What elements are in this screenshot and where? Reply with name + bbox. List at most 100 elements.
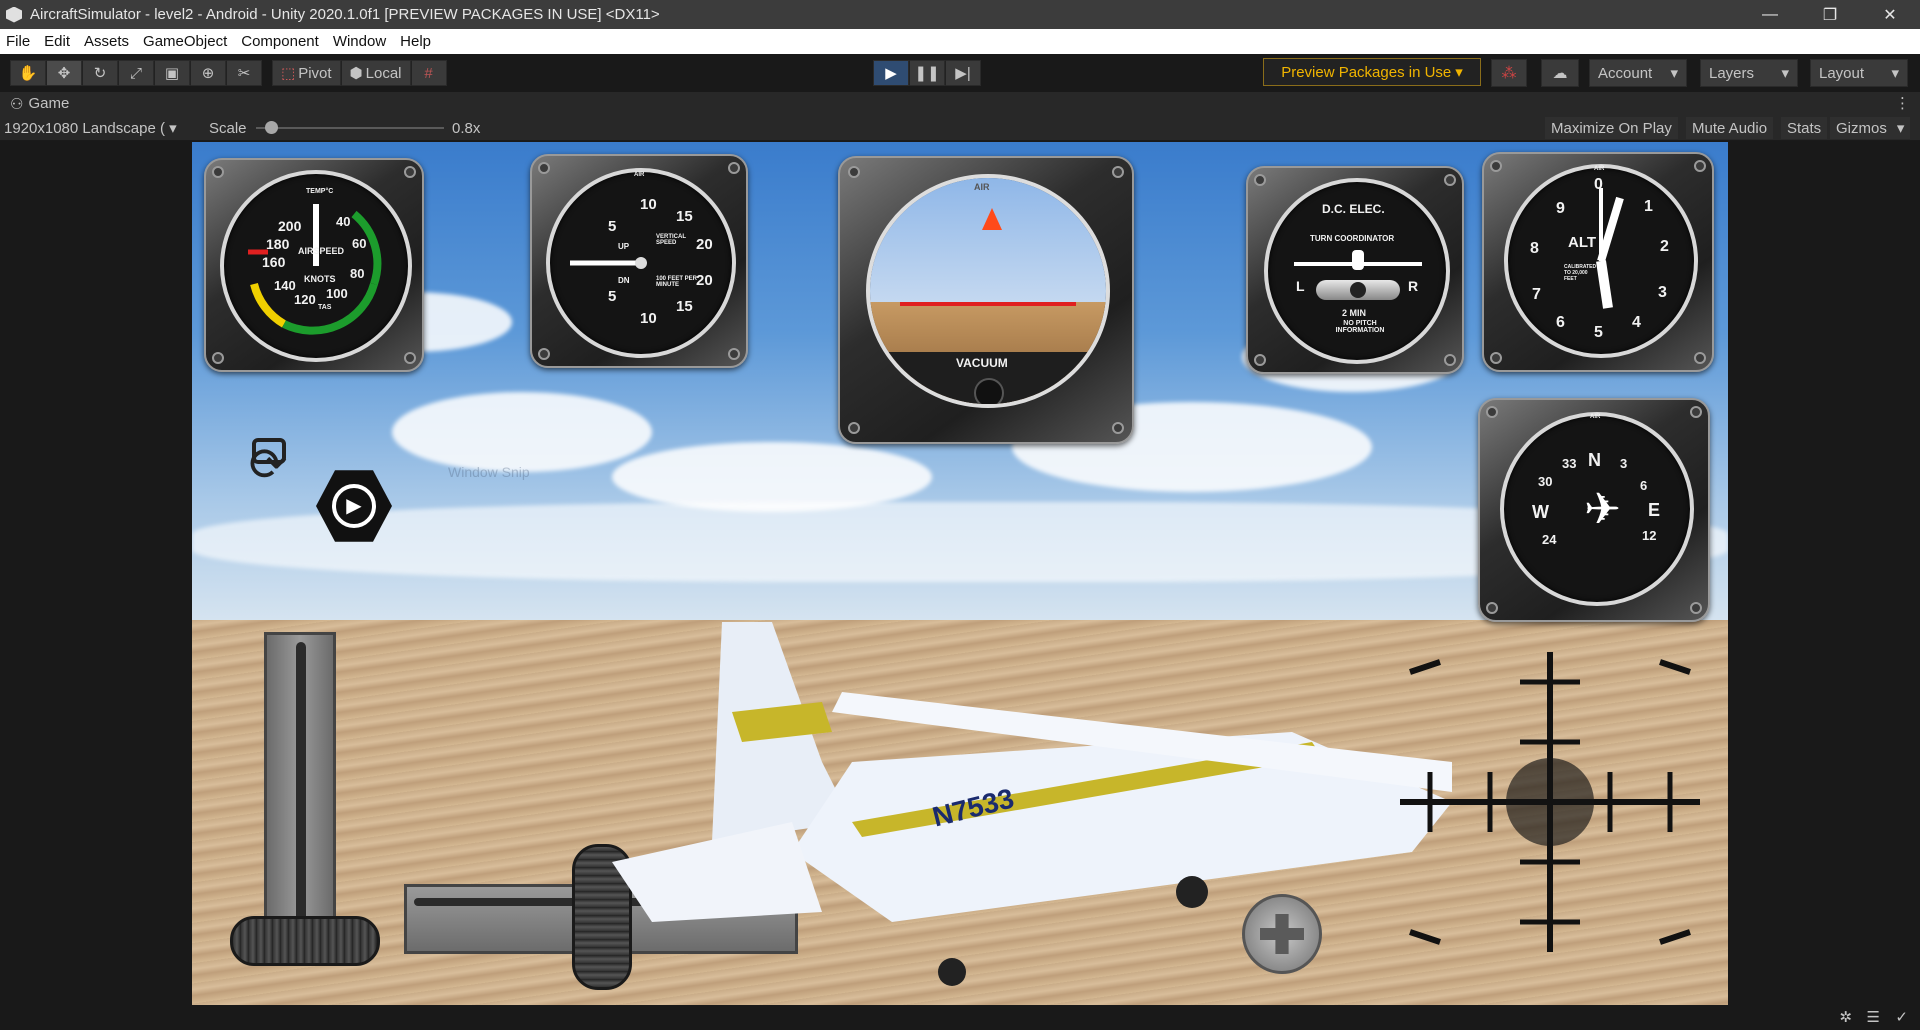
layout-label: Layout: [1819, 64, 1865, 82]
heading-24: 24: [1542, 532, 1557, 547]
screw: [1444, 174, 1456, 186]
alt-label: ALT: [1568, 234, 1597, 251]
scale-value: 0.8x: [452, 120, 481, 137]
scale-slider[interactable]: [256, 127, 444, 129]
chevron-down-icon: ▾: [1670, 65, 1678, 82]
heading-12: 12: [1642, 528, 1657, 543]
window-snip-watermark: Window Snip: [448, 464, 530, 480]
layout-dropdown[interactable]: Layout ▾: [1810, 59, 1908, 87]
minimize-button[interactable]: —: [1740, 0, 1800, 29]
screw: [1490, 160, 1502, 172]
game-viewport[interactable]: 200 180 160 140 120 100 80 60 40 AIRSPEE…: [192, 142, 1728, 1005]
layers-label: Layers: [1709, 64, 1755, 82]
screw: [1254, 354, 1266, 366]
vsi-up: UP: [618, 242, 630, 251]
alt-6: 6: [1556, 314, 1565, 331]
stats-toggle[interactable]: Stats: [1781, 117, 1828, 139]
screw: [1112, 422, 1124, 434]
scale-label: Scale: [209, 120, 247, 137]
heading-30: 30: [1538, 474, 1553, 489]
account-dropdown[interactable]: Account ▾: [1589, 59, 1687, 87]
chevron-down-icon: ▾: [1455, 64, 1463, 81]
screw: [1444, 354, 1456, 366]
menu-file[interactable]: File: [6, 33, 30, 50]
gizmos-label: Gizmos: [1836, 119, 1887, 137]
vertical-speed-indicator: 10 15 20 5 20 5 10 15 UP DN VERTICAL SPE…: [530, 154, 748, 368]
tab-menu-icon[interactable]: ⋮: [1895, 94, 1910, 112]
layers-dropdown[interactable]: Layers ▾: [1700, 59, 1798, 87]
alt-2: 2: [1660, 238, 1669, 255]
throttle-handle[interactable]: [230, 916, 380, 966]
menu-assets[interactable]: Assets: [84, 33, 129, 50]
grid-snap-icon[interactable]: #: [410, 60, 447, 86]
scale-tool-icon[interactable]: ⤢: [118, 60, 154, 86]
alt-1: 1: [1644, 198, 1653, 215]
layers-stack-icon[interactable]: ☰: [1867, 1008, 1880, 1026]
turn-right: R: [1408, 278, 1419, 294]
window-title: AircraftSimulator - level2 - Android - U…: [30, 6, 660, 23]
transform-tool-icon[interactable]: ⊕: [190, 60, 226, 86]
preview-packages-label: Preview Packages in Use: [1281, 63, 1452, 81]
attitude-face: AIR VACUUM: [866, 174, 1110, 408]
screw: [1694, 160, 1706, 172]
screw: [212, 166, 224, 178]
mute-audio-toggle[interactable]: Mute Audio: [1686, 117, 1774, 139]
chevron-down-icon: ▾: [1781, 65, 1789, 82]
heading-w: W: [1532, 502, 1549, 522]
turn-left: L: [1296, 278, 1305, 294]
vsi-caption: VERTICAL SPEED: [656, 234, 686, 246]
tab-game-label: Game: [28, 95, 70, 112]
close-button[interactable]: ✕: [1860, 0, 1920, 29]
preview-packages-dropdown[interactable]: Preview Packages in Use ▾: [1263, 58, 1481, 86]
airspeed-title: AIRSPEED: [298, 246, 345, 256]
vsi-caption2: 100 FEET PER MINUTE: [656, 276, 698, 288]
menu-component[interactable]: Component: [241, 33, 319, 50]
airspeed-label-40: 40: [336, 214, 351, 229]
attitude-knob[interactable]: [974, 378, 1004, 404]
pivot-toggle[interactable]: ⬚ Pivot: [272, 60, 341, 86]
turn-airplane-icon: [1352, 250, 1364, 270]
move-tool-icon[interactable]: ✥: [46, 60, 82, 86]
maximize-on-play-toggle[interactable]: Maximize On Play: [1545, 117, 1678, 139]
step-button[interactable]: ▶|: [945, 60, 981, 86]
vsi-brand: AIR: [634, 172, 645, 178]
vsi-label-15-dn: 15: [676, 298, 693, 315]
hand-tool-icon[interactable]: ✋: [10, 60, 46, 86]
resolution-dropdown[interactable]: 1920x1080 Landscape ( ▾: [4, 119, 177, 137]
screw: [848, 422, 860, 434]
debug-icon[interactable]: ✲: [1839, 1008, 1852, 1026]
joystick-crosshair[interactable]: [1400, 652, 1700, 952]
check-circle-icon[interactable]: ✓: [1895, 1008, 1908, 1026]
inclinometer-ball: [1350, 282, 1366, 298]
attitude-brand: AIR: [974, 182, 990, 192]
chevron-down-icon: ▾: [164, 120, 177, 137]
gizmos-dropdown[interactable]: Gizmos ▾: [1830, 117, 1911, 139]
menu-gameobject[interactable]: GameObject: [143, 33, 227, 50]
airspeed-unit: KNOTS: [304, 274, 336, 284]
transform-tools: ✋ ✥ ↻ ⤢ ▣ ⊕ ✂: [10, 60, 262, 86]
airspeed-temp: TEMP°C: [306, 188, 334, 195]
tab-game[interactable]: ⚇ Game: [0, 95, 69, 113]
alt-0: 0: [1594, 176, 1603, 193]
menu-help[interactable]: Help: [400, 33, 431, 50]
menu-window[interactable]: Window: [333, 33, 386, 50]
menu-edit[interactable]: Edit: [44, 33, 70, 50]
alt-4: 4: [1632, 314, 1641, 331]
vsi-label-15-up: 15: [676, 208, 693, 225]
restore-button[interactable]: ❐: [1800, 0, 1860, 29]
play-button[interactable]: ▶: [873, 60, 909, 86]
title-bar: AircraftSimulator - level2 - Android - U…: [0, 0, 1920, 29]
pause-button[interactable]: ❚❚: [909, 60, 945, 86]
rect-tool-icon[interactable]: ▣: [154, 60, 190, 86]
local-toggle[interactable]: ⬢ Local: [340, 60, 411, 86]
rotate-tool-icon[interactable]: ↻: [82, 60, 118, 86]
custom-tool-icon[interactable]: ✂: [226, 60, 262, 86]
cloud-icon[interactable]: ☁: [1541, 59, 1579, 87]
account-label: Account: [1598, 64, 1653, 82]
heading-3: 3: [1620, 456, 1628, 471]
scale-slider-handle[interactable]: [264, 121, 278, 134]
gamepad-icon: ⚇: [10, 95, 24, 113]
game-view-toolbar: 1920x1080 Landscape ( ▾ Scale 0.8x Maxim…: [0, 115, 1920, 141]
collab-icon[interactable]: ⁂: [1491, 59, 1527, 87]
heading-indicator: N 3 6 E 12 24 W 30 33 AIR ✈: [1478, 398, 1710, 622]
